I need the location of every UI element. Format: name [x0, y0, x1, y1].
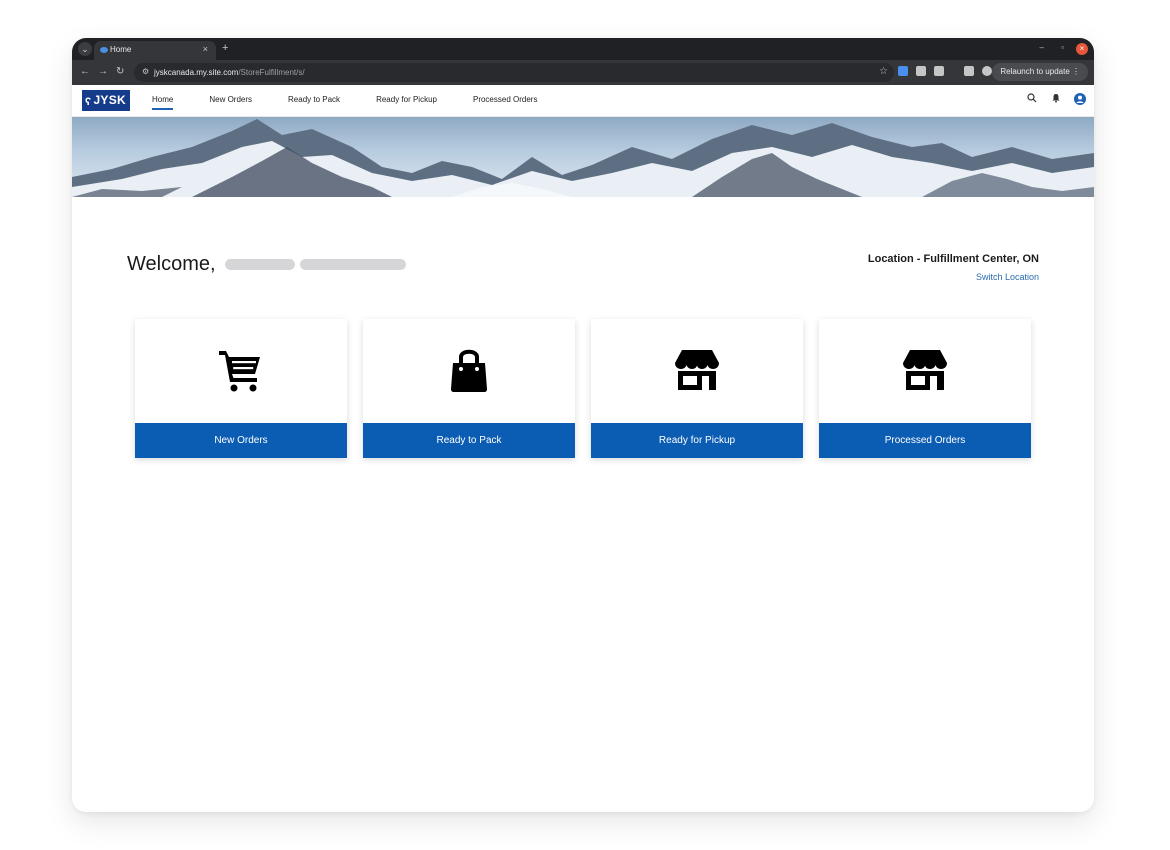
tab-title: Home	[110, 45, 132, 54]
tab-strip: ⌄ Home × + – ▫ ×	[72, 38, 1094, 60]
card-ready-to-pack[interactable]: Ready to Pack	[363, 319, 575, 458]
nav-new-orders[interactable]: New Orders	[209, 85, 252, 117]
site-info-icon[interactable]: ⚙	[142, 67, 149, 76]
url-text: jyskcanada.my.site.com/StoreFulfillment/…	[154, 68, 305, 77]
profile-icon[interactable]	[982, 66, 992, 76]
card-ready-for-pickup[interactable]: Ready for Pickup	[591, 319, 803, 458]
nav-ready-to-pack[interactable]: Ready to Pack	[288, 85, 340, 117]
tab-close-icon[interactable]: ×	[203, 44, 208, 54]
action-cards: New Orders Ready to Pack Ready for Picku…	[135, 319, 1031, 459]
tab-search-icon[interactable]: ⌄	[78, 42, 92, 56]
browser-window: ⌄ Home × + – ▫ × ← → ↻ ⚙ jyskcanada.my.s…	[72, 38, 1094, 812]
redacted-last-name	[300, 259, 406, 270]
back-icon[interactable]: ←	[80, 66, 90, 77]
bird-icon: ʕ	[85, 96, 92, 108]
salesforce-cloud-icon	[100, 47, 108, 53]
mountain-image	[72, 119, 1094, 197]
reload-icon[interactable]: ↻	[116, 66, 124, 77]
side-panel-icon[interactable]	[964, 66, 974, 76]
new-tab-icon[interactable]: +	[222, 42, 228, 54]
logo-text: JYSK	[93, 93, 126, 107]
shopping-bag-icon	[363, 345, 575, 397]
restore-icon[interactable]: ▫	[1061, 43, 1064, 52]
page-background: ⌄ Home × + – ▫ × ← → ↻ ⚙ jyskcanada.my.s…	[0, 0, 1170, 850]
nav-ready-for-pickup[interactable]: Ready for Pickup	[376, 85, 437, 117]
minimize-icon[interactable]: –	[1040, 43, 1044, 52]
address-bar[interactable]: ⚙ jyskcanada.my.site.com/StoreFulfillmen…	[134, 63, 894, 82]
header-icons	[1026, 93, 1086, 105]
mountain-banner	[72, 117, 1094, 197]
nav-processed-orders[interactable]: Processed Orders	[473, 85, 537, 117]
bookmark-star-icon[interactable]: ☆	[879, 66, 888, 77]
url-host: jyskcanada.my.site.com	[154, 68, 239, 77]
url-path: /StoreFulfillment/s/	[238, 68, 305, 77]
card-processed-orders[interactable]: Processed Orders	[819, 319, 1031, 458]
card-ready-to-pack-label[interactable]: Ready to Pack	[363, 423, 575, 458]
menu-dots-icon: ⋮	[1072, 67, 1080, 76]
relaunch-button[interactable]: Relaunch to update ⋮	[992, 63, 1088, 81]
forward-icon[interactable]: →	[98, 66, 108, 77]
extension-icon-1[interactable]	[898, 66, 908, 76]
user-avatar-icon[interactable]	[1074, 93, 1086, 105]
extension-icon-2[interactable]	[916, 66, 926, 76]
jysk-logo[interactable]: ʕ JYSK	[82, 90, 130, 111]
card-ready-for-pickup-label[interactable]: Ready for Pickup	[591, 423, 803, 458]
bell-icon[interactable]	[1050, 93, 1062, 105]
search-icon[interactable]	[1026, 93, 1038, 105]
site-header: ʕ JYSK Home New Orders Ready to Pack Rea…	[72, 85, 1094, 117]
relaunch-label: Relaunch to update	[1000, 67, 1070, 76]
location-label: Location - Fulfillment Center, ON	[867, 253, 1039, 265]
welcome-heading: Welcome,	[127, 253, 216, 275]
card-processed-orders-label[interactable]: Processed Orders	[819, 423, 1031, 458]
window-close-icon[interactable]: ×	[1076, 43, 1088, 55]
nav-home[interactable]: Home	[152, 85, 174, 110]
card-new-orders[interactable]: New Orders	[135, 319, 347, 458]
browser-tab-home[interactable]: Home ×	[94, 41, 216, 60]
card-new-orders-label[interactable]: New Orders	[135, 423, 347, 458]
storefront-icon	[591, 345, 803, 397]
switch-location-link[interactable]: Switch Location	[976, 272, 1039, 282]
storefront-icon	[819, 345, 1031, 397]
shopping-cart-icon	[135, 345, 347, 397]
main-nav: Home New Orders Ready to Pack Ready for …	[152, 85, 573, 117]
browser-toolbar: ← → ↻ ⚙ jyskcanada.my.site.com/StoreFulf…	[72, 60, 1094, 85]
redacted-first-name	[225, 259, 295, 270]
extensions-puzzle-icon[interactable]	[934, 66, 944, 76]
